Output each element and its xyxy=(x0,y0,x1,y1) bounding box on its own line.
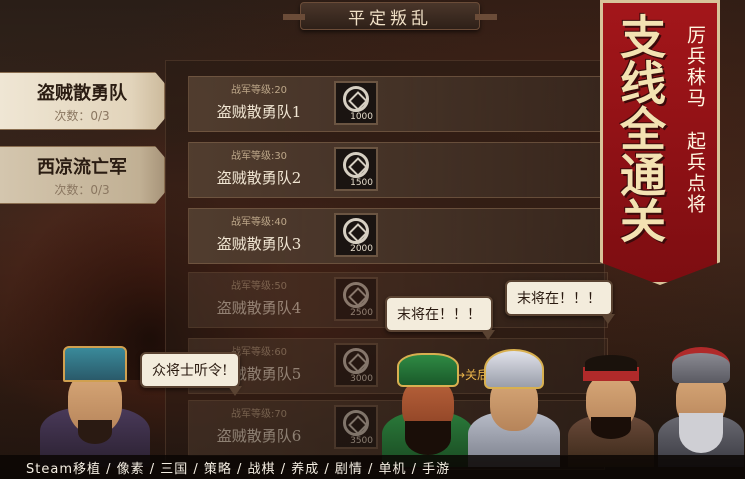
reward-slot: 2000 xyxy=(334,213,378,257)
reward-slot: 2500 xyxy=(334,277,378,321)
promo-banner: 支线全通关 厉兵秣马 起兵点将 xyxy=(600,0,720,285)
mission-level: 战军等级:40 xyxy=(230,217,288,228)
game-scene: 平定叛乱 盗贼散勇队 次数：0/3 西凉流亡军 次数：0/3 战军等级:20 盗… xyxy=(0,0,745,479)
coin-icon xyxy=(343,282,369,308)
mission-name: 盗贼散勇队1 xyxy=(216,103,302,121)
reward-amount: 3000 xyxy=(350,374,373,384)
general-redband xyxy=(568,353,654,467)
mission-row[interactable]: 战军等级:40 盗贼散勇队3 2000 xyxy=(188,208,608,264)
mission-row[interactable]: 战军等级:20 盗贼散勇队1 1000 xyxy=(188,76,608,132)
lord-speech: 众将士听令! xyxy=(152,363,228,379)
coin-icon xyxy=(343,348,369,374)
lord-character xyxy=(40,342,150,467)
general-speech: 末将在！！！ xyxy=(517,291,601,307)
reward-amount: 2000 xyxy=(350,244,373,254)
lord-hat xyxy=(63,346,127,382)
reward-amount: 1500 xyxy=(350,178,373,188)
mission-row[interactable]: 战军等级:30 盗贼散勇队2 1500 xyxy=(188,142,608,198)
coin-icon xyxy=(343,152,369,178)
general-helmet xyxy=(397,353,459,387)
reward-amount: 1000 xyxy=(350,112,373,122)
mission-level: 战军等级:50 xyxy=(230,281,288,292)
general-hair xyxy=(585,355,637,371)
reward-slot: 3500 xyxy=(334,405,378,449)
mission-name: 盗贼散勇队4 xyxy=(216,299,302,317)
banner-slogan-2: 起兵点将 xyxy=(684,131,706,215)
reward-amount: 3500 xyxy=(350,436,373,446)
coin-icon xyxy=(343,410,369,436)
general-green xyxy=(382,347,474,467)
tab-label: 西凉流亡军 xyxy=(37,156,127,178)
page-title: 平定叛乱 xyxy=(283,2,497,30)
general-speech-bubble: 末将在！！！ xyxy=(505,280,615,324)
tagline-bar: Steam移植 / 像素 / 三国 / 策略 / 战棋 / 养成 / 剧情 / … xyxy=(0,455,745,479)
reward-slot: 1500 xyxy=(334,147,378,191)
mission-level: 战军等级:30 xyxy=(230,151,288,162)
general-elder xyxy=(658,343,744,467)
reward-slot: 3000 xyxy=(334,343,378,387)
general-beard xyxy=(405,421,451,455)
coin-icon xyxy=(343,86,369,112)
page-title-text: 平定叛乱 xyxy=(348,8,432,29)
general-silver xyxy=(468,343,560,467)
coin-icon xyxy=(343,218,369,244)
general-beard xyxy=(591,417,631,439)
tab-xiliang-army[interactable]: 西凉流亡军 次数：0/3 xyxy=(0,146,165,204)
reward-amount: 2500 xyxy=(350,308,373,318)
mission-name: 盗贼散勇队6 xyxy=(216,427,302,445)
tab-count: 次数：0/3 xyxy=(54,182,110,197)
banner-slogan-1: 厉兵秣马 xyxy=(684,25,706,109)
general-helmet xyxy=(484,349,544,389)
tab-count: 次数：0/3 xyxy=(54,108,110,123)
tab-bandit-squad[interactable]: 盗贼散勇队 次数：0/3 xyxy=(0,72,165,130)
general-beard xyxy=(679,413,723,453)
mission-level: 战军等级:20 xyxy=(230,85,288,96)
lord-speech-bubble: 众将士听令! xyxy=(140,352,242,396)
tagline-text: Steam移植 / 像素 / 三国 / 策略 / 战棋 / 养成 / 剧情 / … xyxy=(26,461,451,477)
mission-name: 盗贼散勇队3 xyxy=(216,235,302,253)
mission-level: 战军等级:70 xyxy=(230,409,288,420)
banner-headline: 支线全通关 xyxy=(613,13,667,243)
mission-name: 盗贼散勇队2 xyxy=(216,169,302,187)
general-helmet xyxy=(672,347,730,383)
tab-label: 盗贼散勇队 xyxy=(37,82,127,104)
reward-slot: 1000 xyxy=(334,81,378,125)
lord-beard xyxy=(78,420,112,444)
general-speech-bubble: 末将在！！！ xyxy=(385,296,495,340)
general-speech: 末将在！！！ xyxy=(397,307,481,323)
